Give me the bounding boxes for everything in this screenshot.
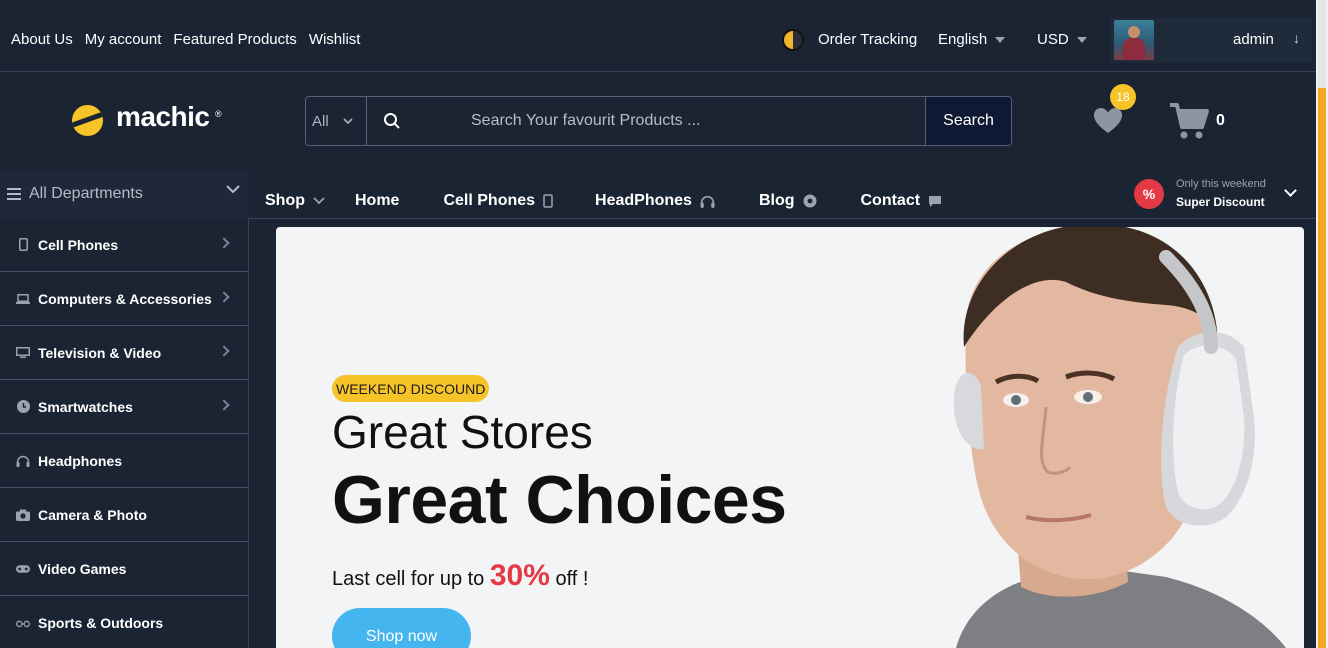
department-item-camera[interactable]: Camera & Photo (0, 488, 248, 542)
arrow-down-icon: ↓ (1293, 30, 1300, 46)
laptop-icon (16, 292, 30, 306)
heart-icon[interactable] (1093, 106, 1123, 136)
top-links: About Us My account Featured Products Wi… (11, 31, 360, 48)
hero-subtitle: Last cell for up to 30% off ! (332, 559, 589, 592)
user-name: admin (1233, 31, 1274, 48)
discount-percent: 30% (489, 559, 550, 592)
featured-products-link[interactable]: Featured Products (173, 31, 296, 48)
hero-banner: WEEKEND DISCOUND Great Stores Great Choi… (276, 227, 1304, 648)
phone-icon (16, 238, 30, 252)
about-us-link[interactable]: About Us (11, 31, 73, 48)
logo-registered-mark: ® (215, 109, 222, 119)
nav-label: Shop (265, 192, 305, 209)
chevron-right-icon (218, 399, 230, 411)
hero-title-line1: Great Stores (332, 406, 593, 458)
order-tracking-link[interactable]: Order Tracking (818, 31, 917, 48)
department-item-cell-phones[interactable]: Cell Phones (0, 218, 248, 272)
cart-count: 0 (1216, 112, 1225, 129)
nav-item-shop[interactable]: Shop (265, 192, 325, 210)
search-input[interactable] (417, 97, 925, 145)
chevron-right-icon (218, 291, 230, 303)
department-label: Smartwatches (38, 398, 133, 415)
nav-item-blog[interactable]: Blog (759, 192, 817, 210)
scrollbar-thumb[interactable] (1318, 88, 1326, 648)
avatar (1114, 20, 1154, 60)
nav-item-home[interactable]: Home (355, 192, 399, 210)
search-bar: All Search (305, 96, 1012, 146)
wishlist-count-badge: 18 (1110, 84, 1136, 110)
headphones-icon (16, 454, 30, 468)
department-item-television[interactable]: Television & Video (0, 326, 248, 380)
camera-icon (16, 508, 30, 522)
department-item-headphones[interactable]: Headphones (0, 434, 248, 488)
clock-icon (16, 400, 30, 414)
nav-label: Cell Phones (443, 192, 536, 209)
phone-icon (543, 194, 553, 208)
nav-label: Home (355, 192, 400, 209)
weekend-discount-badge: WEEKEND DISCOUND (332, 375, 490, 402)
shop-now-button[interactable]: Shop now (332, 608, 471, 648)
language-label: English (938, 31, 988, 48)
department-item-smartwatches[interactable]: Smartwatches (0, 380, 248, 434)
search-category-select[interactable]: All (306, 97, 367, 145)
menu-icon (7, 188, 21, 200)
department-item-sports[interactable]: Sports & Outdoors (0, 596, 248, 648)
all-departments-label: All Departments (29, 185, 143, 202)
search-button[interactable]: Search (925, 97, 1011, 145)
nav-item-headphones[interactable]: HeadPhones (595, 192, 715, 210)
all-departments-toggle[interactable]: All Departments (0, 170, 249, 218)
logo-icon[interactable] (72, 105, 103, 136)
chevron-down-icon (226, 185, 240, 194)
chevron-down-icon[interactable] (1284, 184, 1297, 197)
headphones-icon (700, 195, 715, 208)
chevron-right-icon (218, 237, 230, 249)
my-account-link[interactable]: My account (85, 31, 162, 48)
nav-label: Contact (860, 192, 921, 209)
wishlist-link[interactable]: Wishlist (309, 31, 361, 48)
hero-model-image (953, 227, 1286, 648)
nav-item-contact[interactable]: Contact (861, 192, 943, 210)
department-label: Video Games (38, 560, 127, 577)
gear-icon (803, 194, 816, 208)
promo-title[interactable]: Super Discount (1176, 195, 1265, 209)
logo-text[interactable]: machic (116, 101, 210, 133)
chevron-down-icon (313, 197, 325, 205)
chat-icon (929, 195, 942, 207)
search-category-label: All (312, 112, 329, 130)
departments-list: Cell Phones Computers & Accessories Tele… (0, 218, 249, 648)
tv-icon (16, 346, 30, 360)
department-item-video-games[interactable]: Video Games (0, 542, 248, 596)
top-bar: About Us My account Featured Products Wi… (0, 0, 1316, 72)
department-label: Cell Phones (38, 236, 119, 253)
hero-title-line2: Great Choices (332, 462, 787, 538)
page-scrollbar[interactable] (1316, 0, 1328, 648)
cart-icon[interactable] (1168, 101, 1210, 141)
nav-label: HeadPhones (595, 192, 692, 209)
department-label: Sports & Outdoors (38, 614, 164, 631)
department-label: Camera & Photo (38, 506, 147, 523)
language-select[interactable]: English (938, 31, 1006, 48)
nav-label: Blog (758, 192, 795, 209)
discount-icon[interactable]: % (1134, 179, 1164, 209)
promo-subtitle: Only this weekend (1176, 178, 1266, 190)
nav-item-cell-phones[interactable]: Cell Phones (443, 192, 553, 210)
main-nav: Shop Home Cell Phones HeadPhones Blog Co… (265, 192, 942, 210)
currency-label: USD (1037, 31, 1069, 48)
chevron-right-icon (218, 345, 230, 357)
search-icon (367, 97, 417, 145)
user-menu[interactable]: admin ↓ (1110, 18, 1312, 62)
order-tracking-icon[interactable] (782, 29, 804, 51)
chevron-down-icon (343, 117, 353, 124)
department-label: Computers & Accessories (38, 290, 212, 307)
glasses-icon (16, 616, 30, 630)
department-label: Headphones (38, 452, 123, 469)
caret-down-icon (995, 36, 1006, 43)
currency-select[interactable]: USD (1037, 31, 1087, 48)
department-item-computers[interactable]: Computers & Accessories (0, 272, 248, 326)
caret-down-icon (1076, 36, 1087, 43)
gamepad-icon (16, 562, 30, 576)
department-label: Television & Video (38, 344, 162, 361)
